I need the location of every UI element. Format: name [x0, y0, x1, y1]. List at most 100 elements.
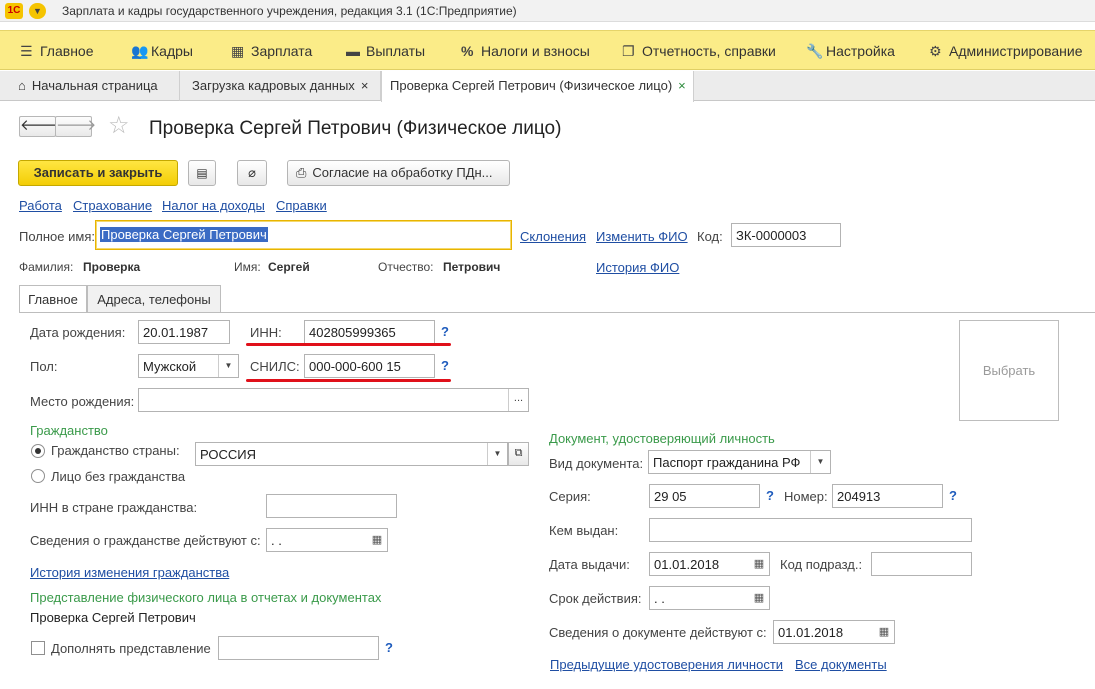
tab-addresses-phones[interactable]: Адреса, телефоны [87, 285, 221, 312]
prev-id-docs-link[interactable]: Предыдущие удостоверения личности [550, 657, 783, 672]
change-fio-link[interactable]: Изменить ФИО [596, 229, 688, 244]
name-value: Сергей [268, 260, 310, 274]
citizenship-country-label: Гражданство страны: [51, 443, 180, 458]
link-work[interactable]: Работа [19, 198, 62, 213]
menu-item-salary[interactable]: ▦ Зарплата [231, 43, 312, 61]
menu-item-label: Кадры [151, 43, 193, 59]
photo-placeholder[interactable]: Выбрать [959, 320, 1059, 421]
menu-item-label: Настройка [826, 43, 895, 59]
menu-item-label: Администрирование [949, 43, 1083, 59]
calendar-icon[interactable]: ▦ [367, 529, 387, 551]
printer-icon: ⎙ [296, 165, 307, 180]
menu-item-reports[interactable]: ❐ Отчетность, справки [622, 43, 776, 61]
citizenship-section-title: Гражданство [30, 423, 108, 438]
tab-home[interactable]: ⌂ Начальная страница [0, 71, 180, 101]
representation-section-title: Представление физического лица в отчетах… [30, 590, 382, 605]
attachment-icon[interactable]: ⌀ [237, 160, 267, 186]
inn-citizenship-input[interactable] [266, 494, 397, 518]
inn-label: ИНН: [250, 325, 282, 340]
number-help-icon[interactable]: ? [949, 488, 957, 503]
all-docs-link[interactable]: Все документы [795, 657, 887, 672]
menu-item-label: Налоги и взносы [481, 43, 590, 59]
division-code-label: Код подразд.: [780, 557, 863, 572]
link-certificates[interactable]: Справки [276, 198, 327, 213]
menu-item-label: Зарплата [251, 43, 313, 59]
issue-date-input[interactable]: 01.01.2018 ▦ [649, 552, 770, 576]
snils-help-icon[interactable]: ? [441, 358, 449, 373]
code-input[interactable]: ЗК-0000003 [731, 223, 841, 247]
issued-by-input[interactable] [649, 518, 972, 542]
citizenship-country-select[interactable]: РОССИЯ ▼ [195, 442, 508, 466]
save-and-close-button[interactable]: Записать и закрыть [18, 160, 178, 186]
back-button[interactable]: 🡐 [19, 116, 60, 137]
doc-type-select[interactable]: Паспорт гражданина РФ ▼ [648, 450, 831, 474]
series-help-icon[interactable]: ? [766, 488, 774, 503]
forward-button[interactable]: 🡒 [55, 116, 96, 137]
calendar-icon[interactable]: ▦ [749, 553, 769, 575]
number-input[interactable]: 204913 [832, 484, 943, 508]
doc-valid-from-value: 01.01.2018 [778, 625, 844, 640]
menu-item-hr[interactable]: 👥 Кадры [131, 43, 193, 61]
tab-label: Проверка Сергей Петрович (Физическое лиц… [390, 78, 673, 93]
sex-select[interactable]: Мужской ▼ [138, 354, 239, 378]
surname-value: Проверка [83, 260, 141, 274]
extend-representation-checkbox[interactable] [31, 641, 45, 655]
citizenship-history-link[interactable]: История изменения гражданства [30, 565, 229, 580]
tab-load-hr-data[interactable]: Загрузка кадровых данных × [180, 71, 381, 101]
representation-help-icon[interactable]: ? [385, 640, 393, 655]
button-label: Согласие на обработку ПДн... [312, 165, 493, 180]
patronymic-value: Петрович [443, 260, 501, 274]
calendar-icon[interactable]: ▦ [749, 587, 769, 609]
menu-item-payments[interactable]: ▬ Выплаты [346, 43, 425, 61]
consent-button[interactable]: ⎙ Согласие на обработку ПДн... [287, 160, 510, 186]
citizenship-country-radio[interactable] [31, 444, 45, 458]
link-insurance[interactable]: Страхование [73, 198, 152, 213]
link-income-tax[interactable]: Налог на доходы [162, 198, 265, 213]
open-icon[interactable]: ⧉ [508, 442, 529, 466]
inn-highlight-underline [246, 343, 451, 346]
series-input[interactable]: 29 05 [649, 484, 760, 508]
menu-item-admin[interactable]: ⚙ Администрирование [929, 43, 1083, 61]
snils-input[interactable]: 000-000-600 15 [304, 354, 435, 378]
stateless-radio[interactable] [31, 469, 45, 483]
inn-input[interactable]: 402805999365 [304, 320, 435, 344]
issued-by-label: Кем выдан: [549, 523, 619, 538]
menu-item-main[interactable]: ☰ Главное [20, 43, 94, 61]
inn-help-icon[interactable]: ? [441, 324, 449, 339]
percent-icon: % [461, 43, 474, 59]
tab-person-card[interactable]: Проверка Сергей Петрович (Физическое лиц… [381, 71, 694, 102]
app-logo-icon[interactable]: 1С [5, 3, 23, 19]
wrench-icon: 🔧 [806, 43, 824, 59]
validity-input[interactable]: . . ▦ [649, 586, 770, 610]
menu-item-settings[interactable]: 🔧 Настройка [806, 43, 895, 61]
stateless-label: Лицо без гражданства [51, 469, 186, 484]
chevron-down-icon[interactable]: ▼ [218, 355, 238, 377]
tab-main[interactable]: Главное [19, 285, 87, 313]
representation-value: Проверка Сергей Петрович [30, 610, 196, 625]
doc-valid-from-input[interactable]: 01.01.2018 ▦ [773, 620, 895, 644]
menu-item-taxes[interactable]: % Налоги и взносы [461, 43, 590, 61]
history-fio-link[interactable]: История ФИО [596, 260, 679, 275]
extend-representation-input[interactable] [218, 636, 379, 660]
citizenship-from-input[interactable]: . . ▦ [266, 528, 388, 552]
birth-place-input[interactable]: ... [138, 388, 529, 412]
calendar-icon[interactable]: ▦ [874, 621, 894, 643]
star-icon[interactable]: ☆ [108, 114, 130, 138]
full-name-input[interactable]: Проверка Сергей Петрович [95, 220, 512, 250]
sex-value: Мужской [143, 359, 197, 374]
close-icon[interactable]: × [678, 78, 686, 93]
birth-date-input[interactable]: 20.01.1987 [138, 320, 230, 344]
inn-citizenship-label: ИНН в стране гражданства: [30, 500, 198, 515]
chevron-down-icon[interactable]: ▼ [810, 451, 830, 473]
main-menu: ☰ Главное 👥 Кадры ▦ Зарплата ▬ Выплаты % Нало… [0, 30, 1095, 70]
declension-link[interactable]: Склонения [520, 229, 586, 244]
chevron-down-icon[interactable]: ▼ [29, 3, 46, 19]
menu-item-label: Выплаты [366, 43, 426, 59]
close-icon[interactable]: × [361, 78, 369, 93]
ellipsis-icon[interactable]: ... [508, 389, 528, 411]
tab-label: Загрузка кадровых данных [192, 78, 355, 93]
division-code-input[interactable] [871, 552, 972, 576]
full-name-value: Проверка Сергей Петрович [100, 227, 268, 242]
chevron-down-icon[interactable]: ▼ [487, 443, 507, 465]
save-icon[interactable]: ▤ [188, 160, 216, 186]
